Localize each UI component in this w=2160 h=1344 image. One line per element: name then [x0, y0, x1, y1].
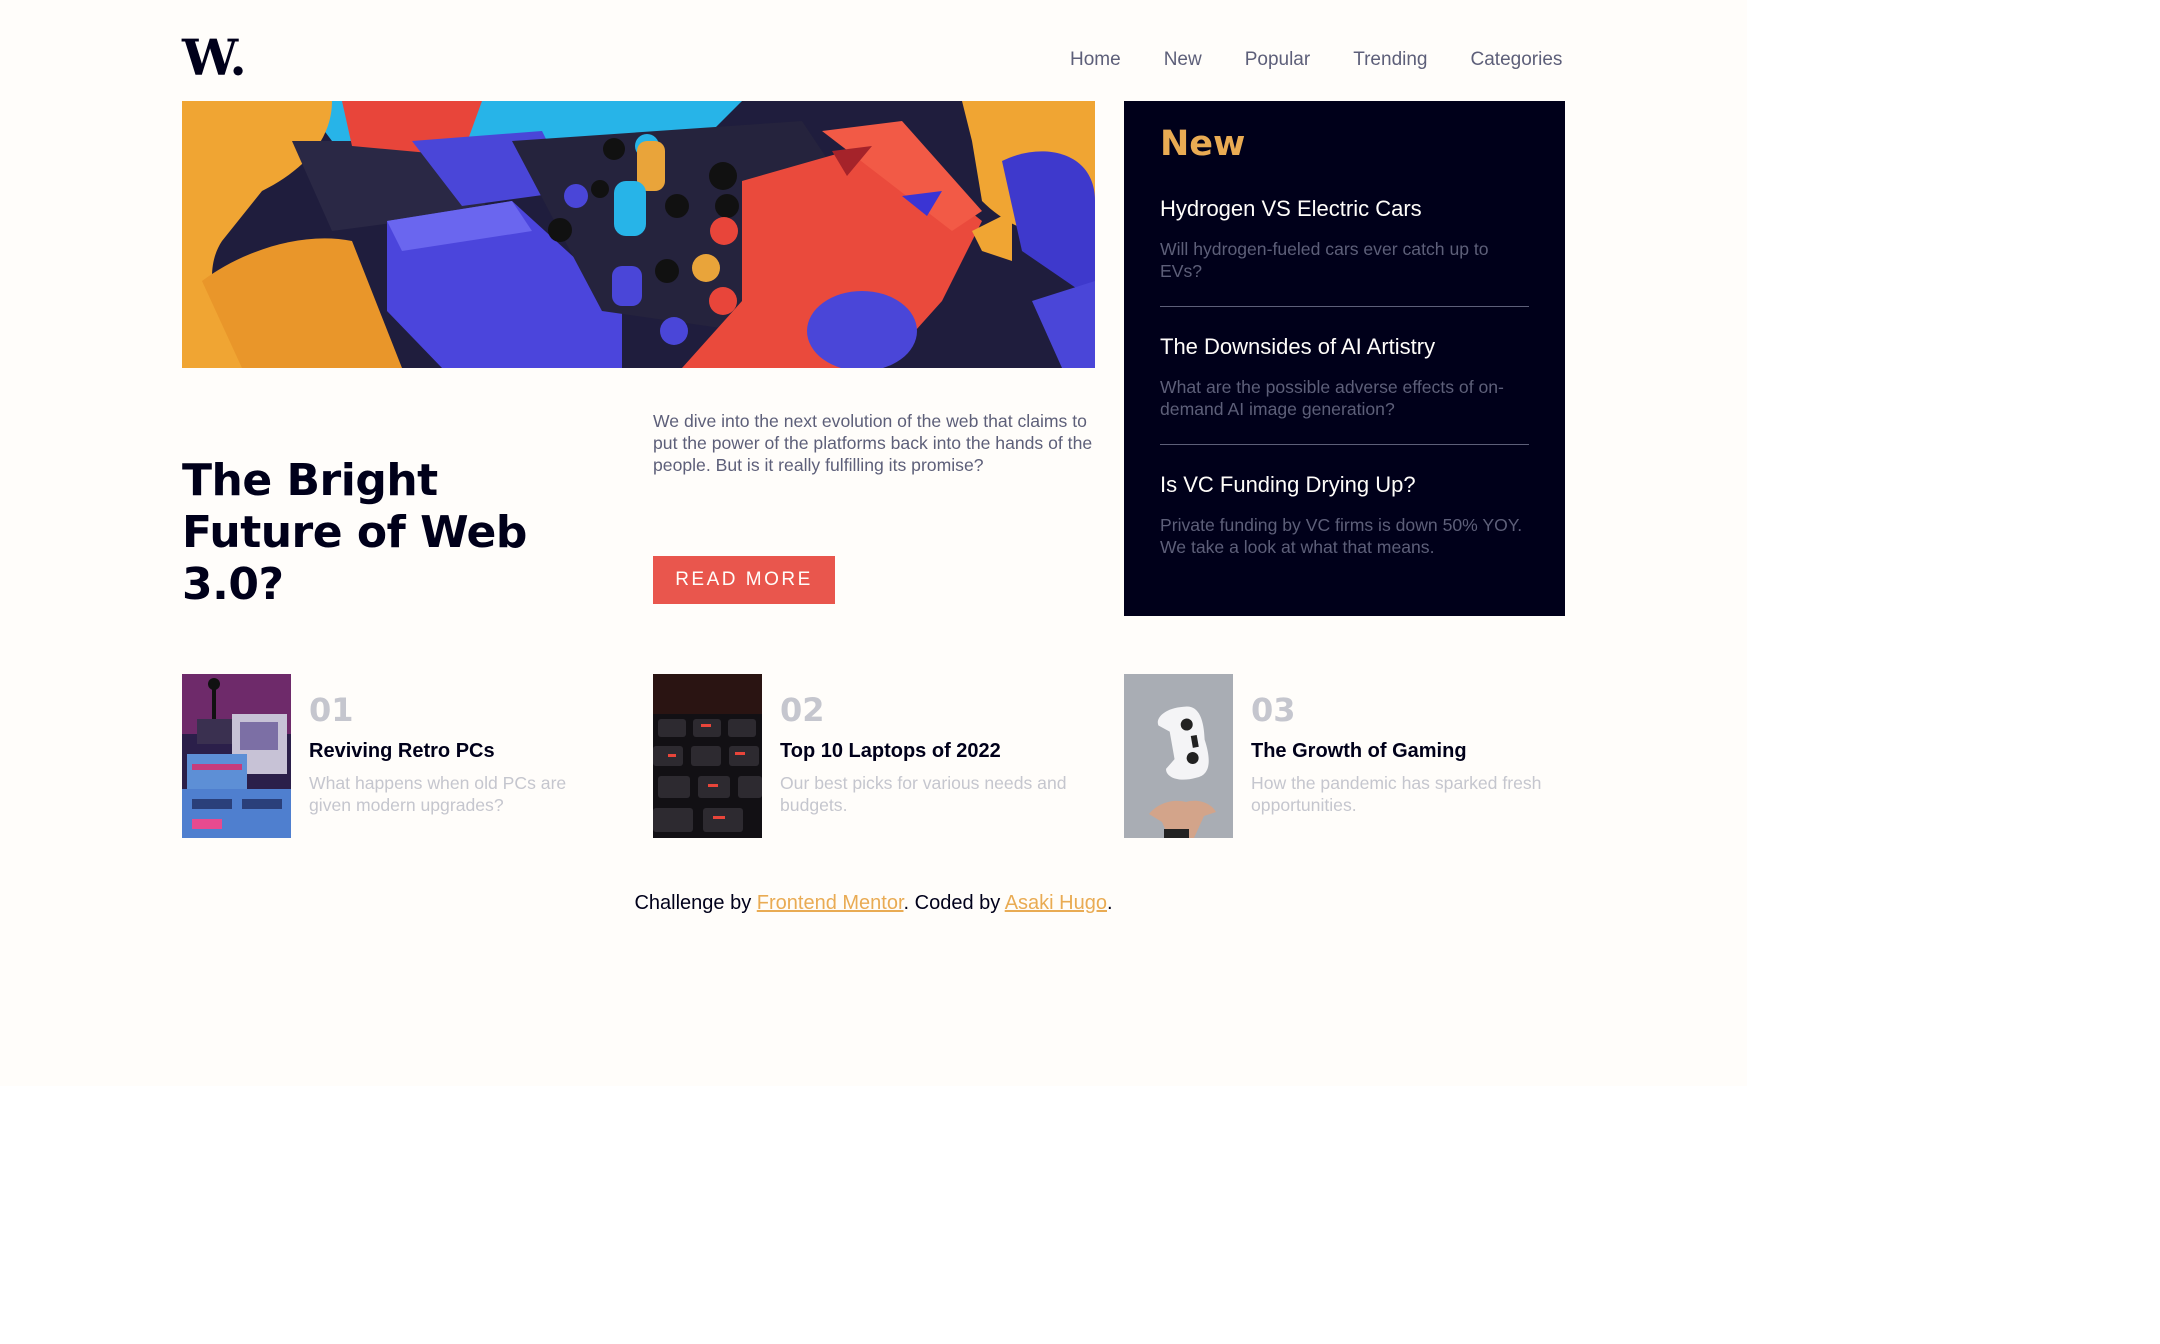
frontend-mentor-link[interactable]: Frontend Mentor	[757, 892, 904, 914]
new-panel: New Hydrogen VS Electric Cars Will hydro…	[1124, 101, 1565, 616]
attribution-footer: Challenge by Frontend Mentor. Coded by A…	[0, 890, 1747, 916]
new-item-desc: Private funding by VC firms is down 50% …	[1160, 515, 1523, 557]
article-card[interactable]: 03 The Growth of Gaming How the pandemic…	[1124, 674, 1565, 838]
hero-headline: The Bright Future of Web 3.0?	[182, 455, 527, 610]
new-item-desc: What are the possible adverse effects of…	[1160, 377, 1504, 419]
article-card[interactable]: 02 Top 10 Laptops of 2022 Our best picks…	[653, 674, 1093, 838]
footer-text: . Coded by	[903, 892, 1005, 914]
card-title[interactable]: The Growth of Gaming	[1251, 738, 1467, 764]
nav-trending[interactable]: Trending	[1353, 48, 1427, 72]
page: W. Home New Popular Trending Categories	[0, 0, 1747, 1086]
hero-intro: We dive into the next evolution of the w…	[653, 411, 1093, 475]
article-card[interactable]: 01 Reviving Retro PCs What happens when …	[182, 674, 622, 838]
card-number: 03	[1251, 691, 1296, 729]
card-desc: How the pandemic has sparked fresh oppor…	[1251, 773, 1542, 815]
nav-new[interactable]: New	[1164, 48, 1202, 72]
new-item-desc: Will hydrogen-fueled cars ever catch up …	[1160, 239, 1489, 281]
card-number: 01	[309, 691, 354, 729]
card-desc: What happens when old PCs are given mode…	[309, 773, 567, 815]
new-item-title[interactable]: The Downsides of AI Artistry	[1160, 333, 1529, 361]
card-title[interactable]: Reviving Retro PCs	[309, 738, 495, 764]
card-desc: Our best picks for various needs and bud…	[780, 773, 1067, 815]
author-link[interactable]: Asaki Hugo	[1005, 892, 1107, 914]
card-number: 02	[780, 691, 825, 729]
main-nav: Home New Popular Trending Categories	[1070, 48, 1562, 72]
new-item[interactable]: Is VC Funding Drying Up? Private funding…	[1160, 471, 1529, 558]
site-logo[interactable]: W.	[182, 33, 247, 83]
divider	[1160, 306, 1529, 307]
card-title[interactable]: Top 10 Laptops of 2022	[780, 738, 1001, 764]
new-item-title[interactable]: Is VC Funding Drying Up?	[1160, 471, 1529, 499]
read-more-button[interactable]: READ MORE	[653, 556, 835, 604]
divider	[1160, 444, 1529, 445]
nav-home[interactable]: Home	[1070, 48, 1121, 72]
retro-pc-thumbnail	[182, 674, 291, 838]
gaming-controller-thumbnail	[1124, 674, 1233, 838]
hero-image	[182, 101, 1095, 368]
new-item-title[interactable]: Hydrogen VS Electric Cars	[1160, 195, 1529, 223]
new-item[interactable]: Hydrogen VS Electric Cars Will hydrogen-…	[1160, 195, 1529, 282]
laptop-keyboard-thumbnail	[653, 674, 762, 838]
new-item[interactable]: The Downsides of AI Artistry What are th…	[1160, 333, 1529, 420]
nav-categories[interactable]: Categories	[1471, 48, 1563, 72]
footer-text: .	[1106, 892, 1113, 914]
new-panel-title: New	[1160, 124, 1246, 164]
footer-text: Challenge by	[634, 892, 757, 914]
nav-popular[interactable]: Popular	[1245, 48, 1311, 72]
